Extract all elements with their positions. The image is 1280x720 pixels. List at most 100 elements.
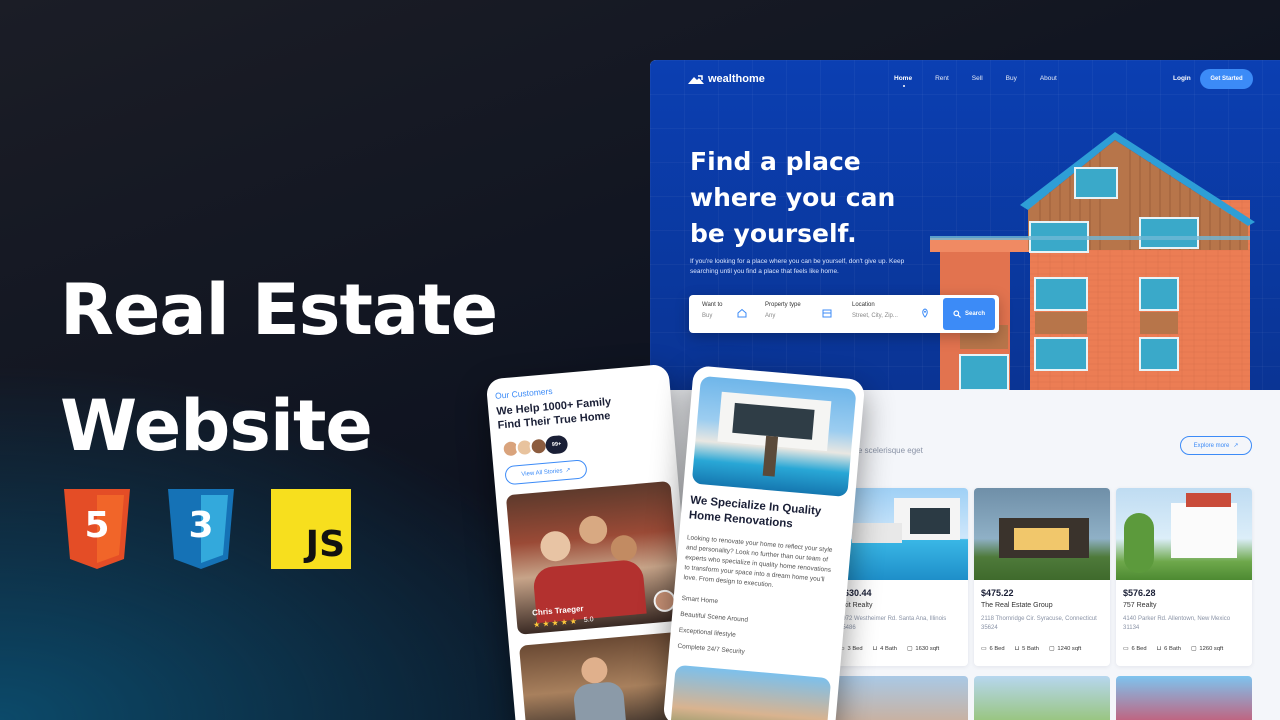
renovations-title: We Specialize In Quality Home Renovation…: [688, 493, 840, 536]
bed-count: ▭ 6 Bed: [1123, 646, 1147, 652]
bath-icon: ⊔: [872, 646, 878, 652]
listing-photo[interactable]: [832, 676, 968, 720]
logo-text: wealthome: [708, 73, 765, 85]
css3-icon: 3: [168, 489, 234, 569]
view-all-stories-button[interactable]: View All Stories ↗: [504, 459, 588, 486]
get-started-button[interactable]: Get Started: [1200, 69, 1253, 89]
headline-line-1: Real Estate: [60, 269, 498, 351]
bath-count: ⊔ 5 Bath: [1014, 646, 1039, 652]
css3-number: 3: [188, 505, 214, 546]
site-nav: wealthome Home Rent Sell Buy About Login…: [650, 60, 1280, 100]
map-pin-icon: [922, 308, 928, 318]
renovation-features: Smart Home Beautiful Scene Around Except…: [676, 595, 749, 665]
bed-count: ▭ 6 Bed: [981, 646, 1005, 652]
arrow-up-right-icon: ↗: [565, 467, 571, 475]
listing-agency: The Real Estate Group: [981, 602, 1053, 609]
site-hero: wealthome Home Rent Sell Buy About Login…: [650, 60, 1280, 390]
star-icon: ★: [541, 619, 550, 629]
hero-house-image: [930, 132, 1255, 390]
js-label: JS: [305, 524, 345, 565]
star-icon: ★: [551, 618, 560, 628]
property-search-bar: Want to Buy Property type Any Location S…: [689, 295, 999, 333]
logo-house-icon: [688, 74, 704, 84]
listing-card[interactable]: $475.22 The Real Estate Group 2118 Thorn…: [974, 488, 1110, 666]
bed-icon: ▭: [981, 646, 987, 652]
listing-price: $576.28: [1123, 588, 1156, 598]
house-icon: [737, 308, 747, 318]
feature-item: Complete 24/7 Security: [677, 642, 746, 656]
want-to-field[interactable]: Want to Buy: [702, 302, 722, 319]
listing-address: 2972 Westheimer Rd. Santa Ana, Illinois …: [839, 616, 947, 631]
area-icon: ▢: [1190, 646, 1197, 652]
customers-kicker: Our Customers: [494, 385, 553, 401]
location-label: Location: [852, 302, 875, 308]
listing-address: 2118 Thornridge Cir. Syracuse, Connectic…: [981, 616, 1097, 631]
nav-rent[interactable]: Rent: [935, 75, 949, 82]
site-hero-title-1: Find a place: [690, 147, 861, 176]
search-icon: [953, 310, 961, 318]
rating-value: 5.0: [583, 616, 594, 625]
customer-count-badge: 99+: [544, 434, 569, 455]
feature-item: Smart Home: [681, 595, 719, 606]
bath-icon: ⊔: [1156, 646, 1162, 652]
customer-avatars: 99+: [501, 434, 569, 459]
listing-photo[interactable]: [974, 676, 1110, 720]
area-size: ▢ 1240 sqft: [1048, 646, 1082, 652]
location-placeholder: Street, City, Zip...: [852, 313, 898, 319]
nav-home[interactable]: Home: [894, 75, 912, 87]
site-logo[interactable]: wealthome: [688, 73, 765, 85]
listing-photo: [1116, 488, 1252, 580]
house-photo: [669, 664, 832, 720]
site-hero-title-3: be yourself.: [690, 219, 857, 248]
arrow-up-right-icon: ↗: [1233, 443, 1239, 449]
area-icon: ▢: [1048, 646, 1055, 652]
modern-house-photo: [691, 375, 857, 498]
mobile-preview-renovations: We Specialize In Quality Home Renovation…: [662, 365, 866, 720]
listing-card[interactable]: $576.28 757 Realty 4140 Parker Rd. Allen…: [1116, 488, 1252, 666]
want-to-value: Buy: [702, 313, 713, 319]
login-link[interactable]: Login: [1173, 75, 1191, 82]
html5-icon: 5: [64, 489, 130, 569]
javascript-icon: JS: [271, 489, 351, 569]
star-icon: ★: [560, 617, 569, 628]
site-hero-title-2: where you can: [690, 183, 896, 212]
property-type-field[interactable]: Property type Any: [765, 302, 801, 319]
area-size: ▢ 1630 sqft: [906, 646, 940, 652]
feature-item: Exceptional lifestyle: [678, 626, 737, 639]
search-button[interactable]: Search: [943, 298, 995, 330]
star-icon: ★: [532, 619, 541, 630]
explore-more-button[interactable]: Explore more ↗: [1180, 436, 1252, 455]
site-hero-title: Find a place where you can be yourself.: [690, 144, 895, 252]
bed-icon: ▭: [1123, 646, 1129, 652]
bed-count: ▭3 Bed: [839, 646, 863, 652]
area-size: ▢ 1260 sqft: [1190, 646, 1224, 652]
listing-photo: [974, 488, 1110, 580]
feature-item: Beautiful Scene Around: [679, 610, 749, 624]
listing-photo[interactable]: [1116, 676, 1252, 720]
building-icon: [822, 309, 832, 318]
listing-price: $475.22: [981, 588, 1014, 598]
explore-more-label: Explore more: [1193, 442, 1230, 449]
renovations-description: Looking to renovate your home to reflect…: [683, 534, 833, 589]
location-field[interactable]: Location Street, City, Zip...: [852, 302, 898, 319]
bath-count: ⊔ 4 Bath: [872, 646, 897, 652]
nav-sell[interactable]: Sell: [972, 75, 983, 82]
listing-features: ▭ 6 Bed ⊔ 6 Bath ▢ 1260 sqft: [1123, 646, 1223, 652]
property-type-value: Any: [765, 313, 776, 319]
star-icon: ★: [569, 616, 578, 627]
nav-links: Home Rent Sell Buy About: [894, 75, 1080, 87]
bath-icon: ⊔: [1014, 646, 1020, 652]
site-hero-subtitle: If you're looking for a place where you …: [690, 258, 905, 275]
area-icon: ▢: [906, 646, 913, 652]
html5-number: 5: [84, 505, 110, 546]
listing-features: ▭ 6 Bed ⊔ 5 Bath ▢ 1240 sqft: [981, 646, 1081, 652]
nav-about[interactable]: About: [1040, 75, 1057, 82]
search-button-label: Search: [964, 311, 985, 317]
bath-count: ⊔ 6 Bath: [1156, 646, 1181, 652]
listing-address: 4140 Parker Rd. Allentown, New Mexico 31…: [1123, 616, 1231, 631]
listing-features: ▭3 Bed ⊔4 Bath ▢1630 sqft: [839, 646, 939, 652]
nav-buy[interactable]: Buy: [1006, 75, 1017, 82]
want-to-label: Want to: [702, 302, 723, 308]
listing-agency: 757 Realty: [1123, 602, 1157, 609]
property-type-label: Property type: [765, 302, 801, 308]
